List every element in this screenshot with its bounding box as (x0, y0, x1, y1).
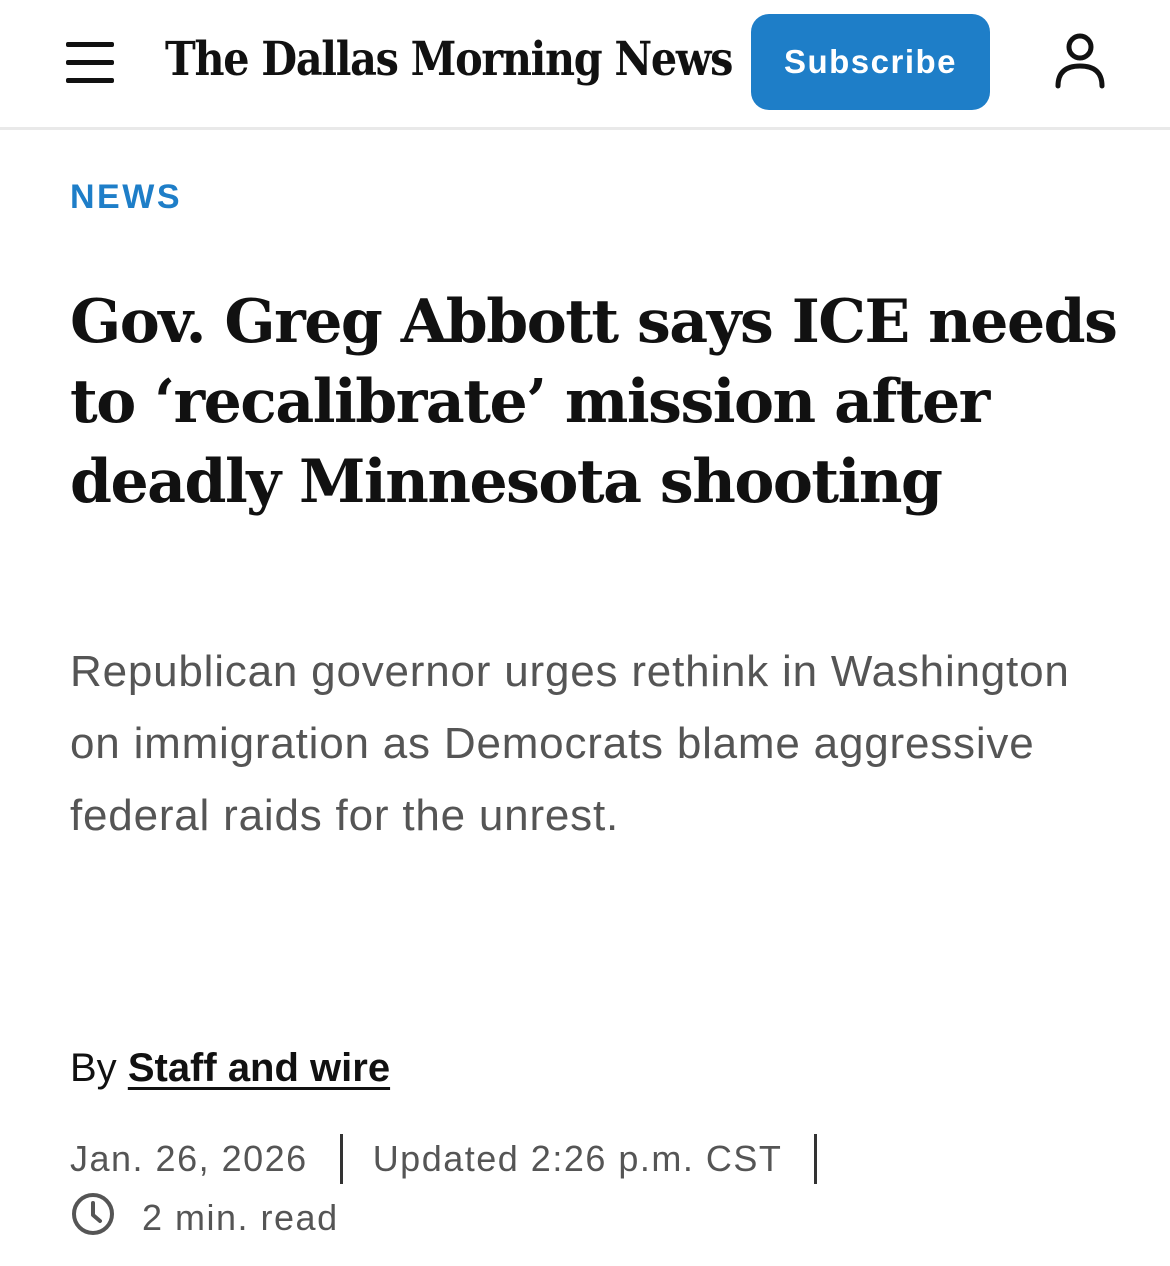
site-header: The Dallas Morning News Subscribe (0, 0, 1170, 130)
read-time: 2 min. read (70, 1192, 339, 1244)
updated-time: Updated 2:26 p.m. CST (372, 1138, 783, 1179)
article-dek: Republican governor urges rethink in Was… (70, 647, 1070, 840)
read-time-label: 2 min. read (142, 1197, 339, 1238)
meta-divider (814, 1134, 818, 1184)
publish-date: Jan. 26, 2026 (70, 1138, 308, 1179)
author-link[interactable]: Staff and wire (128, 1046, 390, 1090)
user-account-icon[interactable] (1050, 30, 1110, 92)
article-headline: Gov. Greg Abbott says ICE needs to ‘reca… (70, 287, 1118, 517)
section-label[interactable]: NEWS (70, 178, 182, 217)
subscribe-button[interactable]: Subscribe (751, 14, 990, 110)
meta-divider (339, 1134, 343, 1184)
hamburger-menu-icon[interactable] (62, 40, 118, 84)
byline-prefix: By (70, 1046, 117, 1090)
byline: By Staff and wire (70, 1046, 390, 1091)
masthead-logo[interactable]: The Dallas Morning News (165, 24, 733, 94)
clock-icon (70, 1191, 142, 1246)
publish-meta: Jan. 26, 2026 Updated 2:26 p.m. CST (70, 1132, 847, 1186)
